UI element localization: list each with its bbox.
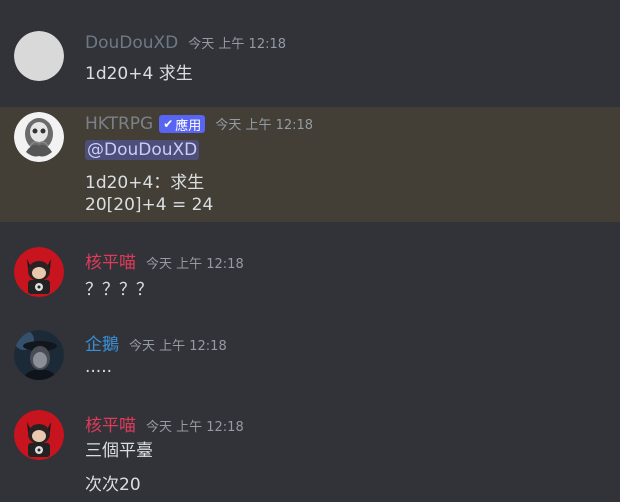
message-qie[interactable]: 企鵝 今天 上午 12:18 ..... <box>0 317 620 392</box>
message-text: 1d20+4：求生 <box>85 173 205 193</box>
avatar[interactable] <box>14 31 64 81</box>
message-text: ..... <box>85 357 113 377</box>
chat-messages: DouDouXD 今天 上午 12:18 1d20+4 求生 HKTRPG ✔ … <box>0 0 620 502</box>
message-text: 1d20+4 求生 <box>85 64 193 84</box>
avatar[interactable] <box>14 112 64 162</box>
avatar[interactable] <box>14 410 64 460</box>
avatar[interactable] <box>14 330 64 380</box>
checkmark-icon: ✔ <box>163 117 174 131</box>
message-mention-line: @DouDouXD <box>85 140 200 160</box>
previous-message-fragment <box>84 0 144 4</box>
username[interactable]: HKTRPG <box>85 114 153 134</box>
avatar[interactable] <box>14 247 64 297</box>
timestamp[interactable]: 今天 上午 12:18 <box>188 33 286 52</box>
app-badge: ✔ 應用 <box>159 115 206 134</box>
user-mention[interactable]: @DouDouXD <box>85 140 200 160</box>
timestamp[interactable]: 今天 上午 12:18 <box>146 416 244 435</box>
timestamp[interactable]: 今天 上午 12:18 <box>146 253 244 272</box>
message-hepingmiao-2[interactable]: 核平喵 今天 上午 12:18 三個平臺 次次20 <box>0 398 620 502</box>
timestamp[interactable]: 今天 上午 12:18 <box>215 114 313 133</box>
username[interactable]: 企鵝 <box>85 330 119 355</box>
message-hktrpg[interactable]: HKTRPG ✔ 應用 今天 上午 12:18 @DouDouXD 1d20+4… <box>0 107 620 222</box>
message-text: 次次20 <box>85 475 141 495</box>
message-doudouxd[interactable]: DouDouXD 今天 上午 12:18 1d20+4 求生 <box>0 20 620 100</box>
timestamp[interactable]: 今天 上午 12:18 <box>129 335 227 354</box>
app-badge-label: 應用 <box>175 118 202 134</box>
username[interactable]: DouDouXD <box>85 33 178 53</box>
message-text: 20[20]+4 = 24 <box>85 195 214 215</box>
username[interactable]: 核平喵 <box>85 411 136 436</box>
username[interactable]: 核平喵 <box>85 248 136 273</box>
message-text: ？？？？ <box>85 280 153 300</box>
message-hepingmiao[interactable]: 核平喵 今天 上午 12:18 ？？？？ <box>0 235 620 310</box>
message-text: 三個平臺 <box>85 441 153 461</box>
